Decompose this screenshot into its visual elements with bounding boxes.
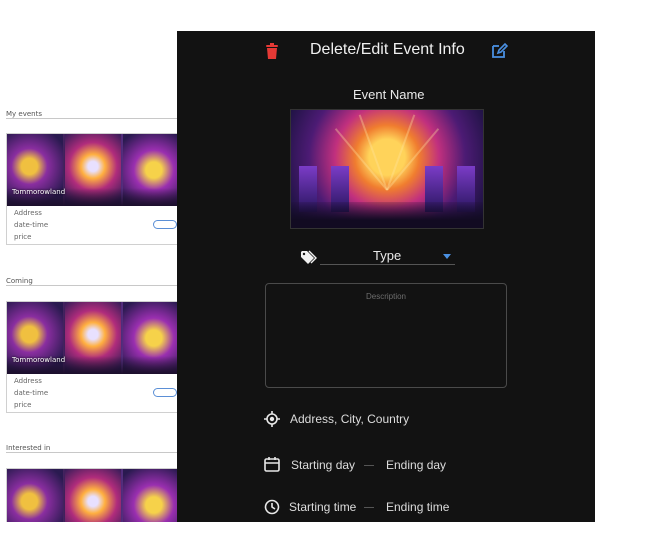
edit-event-panel: Delete/Edit Event Info Event Name Type D… — [177, 31, 595, 522]
range-separator — [364, 465, 374, 466]
event-card-image: Tommorowland — [7, 134, 179, 206]
calendar-icon — [264, 457, 280, 472]
section-divider — [6, 118, 180, 119]
event-card-image: Tommorowland — [7, 302, 179, 374]
tag-icon — [301, 250, 317, 264]
event-card-price: price — [14, 401, 32, 409]
type-label: Type — [373, 248, 402, 263]
event-card-price: price — [14, 233, 32, 241]
ending-day-field[interactable]: Ending day — [386, 458, 446, 472]
location-icon — [264, 411, 280, 427]
description-placeholder: Description — [365, 292, 406, 301]
event-image[interactable] — [290, 109, 484, 229]
event-card[interactable]: Tommorowland Address date-time price — [6, 301, 180, 413]
section-label-interested-in: Interested in — [6, 444, 51, 452]
event-card-title: Tommorowland — [12, 356, 66, 364]
events-list: My events Tommorowland Address date-time… — [0, 0, 180, 550]
section-divider — [6, 285, 180, 286]
edit-icon[interactable] — [490, 42, 508, 60]
event-card-address: Address — [14, 209, 42, 217]
caret-down-icon — [443, 254, 451, 259]
event-card-title: Tommorowland — [12, 188, 66, 196]
type-dropdown[interactable]: Type — [320, 244, 455, 265]
ending-time-field[interactable]: Ending time — [386, 500, 449, 514]
starting-day-field[interactable]: Starting day — [291, 458, 355, 472]
section-label-my-events: My events — [6, 110, 42, 118]
description-field[interactable]: Description — [265, 283, 507, 388]
clock-icon — [264, 499, 280, 515]
range-separator — [364, 507, 374, 508]
starting-time-field[interactable]: Starting time — [289, 500, 356, 514]
event-card[interactable] — [6, 468, 180, 522]
trash-icon[interactable] — [265, 43, 279, 59]
event-card[interactable]: Tommorowland Address date-time price — [6, 133, 180, 245]
event-card-image — [7, 469, 179, 522]
section-divider — [6, 452, 180, 453]
address-field[interactable]: Address, City, Country — [290, 412, 409, 426]
event-name-label[interactable]: Event Name — [353, 87, 425, 102]
event-card-toggle[interactable] — [153, 220, 177, 229]
event-card-toggle[interactable] — [153, 388, 177, 397]
event-card-datetime: date-time — [14, 389, 49, 397]
event-card-address: Address — [14, 377, 42, 385]
section-label-coming: Coming — [6, 277, 33, 285]
event-card-datetime: date-time — [14, 221, 49, 229]
panel-title: Delete/Edit Event Info — [310, 41, 465, 58]
